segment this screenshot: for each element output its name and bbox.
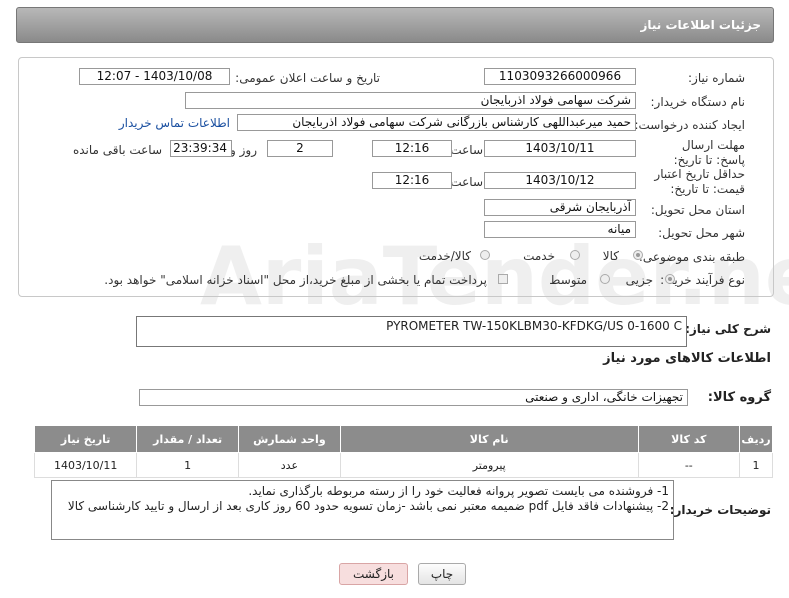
price-date-field: 1403/10/12: [484, 172, 636, 189]
page-title: جزئیات اطلاعات نیاز: [640, 18, 761, 32]
summary-text: PYROMETER TW-150KLBM30-KFDKG/US 0-1600 C: [386, 319, 682, 333]
goods-info-title: اطلاعات کالاهای مورد نیاز: [603, 351, 771, 366]
cell-name: پیرومتر: [339, 452, 639, 478]
buyer-org-label: نام دستگاه خریدار:: [650, 95, 746, 109]
cell-date: 1403/10/11: [33, 452, 138, 478]
city-label: شهر محل تحویل:: [658, 226, 745, 240]
treasury-payment-checkbox[interactable]: [498, 274, 508, 284]
buyer-notes-line-1: 1- فروشنده می بایست تصویر پروانه فعالیت …: [248, 484, 669, 498]
col-header-quantity: تعداد / مقدار: [136, 425, 239, 453]
col-header-code: کد کالا: [637, 425, 741, 453]
goods-table: ردیف کد کالا نام کالا واحد شمارش تعداد /…: [33, 425, 773, 478]
remaining-label: ساعت باقی مانده: [72, 143, 162, 157]
col-header-unit: واحد شمارش: [237, 425, 341, 453]
category-radio-goods-service[interactable]: [480, 250, 490, 260]
cell-unit: عدد: [237, 452, 341, 478]
reply-time-label: ساعت: [450, 143, 483, 157]
category-option-service: خدمت: [523, 249, 555, 263]
process-option-medium: متوسط: [549, 273, 587, 287]
goods-group-field: تجهیزات خانگی، اداری و صنعتی: [139, 389, 688, 406]
col-header-row-number: ردیف: [739, 425, 773, 453]
days-field: 2: [267, 140, 333, 157]
category-option-goods-service: کالا/خدمت: [418, 249, 471, 263]
buyer-org-field: شرکت سهامی فولاد اذربایجان: [185, 92, 636, 109]
goods-group-label: گروه کالا:: [707, 390, 771, 405]
creator-label: ایجاد کننده درخواست:: [634, 118, 745, 132]
back-button[interactable]: بازگشت: [339, 563, 408, 585]
table-row: 1 -- پیرومتر عدد 1 1403/10/11: [33, 452, 773, 478]
remaining-time-field: 23:39:34: [170, 140, 232, 157]
reply-deadline-label: مهلت ارسال پاسخ: تا تاریخ:: [673, 138, 745, 167]
col-header-date: تاریخ نیاز: [33, 425, 138, 453]
creator-field: حمید میرعبداللهی کارشناس بازرگانی شرکت س…: [237, 114, 636, 131]
category-radio-goods[interactable]: [633, 250, 643, 260]
buyer-notes-line-2: 2- پیشنهادات فاقد فایل pdf ضمیمه معتبر ن…: [67, 499, 669, 513]
buyer-notes-label: توضیحات خریدار:: [669, 503, 771, 517]
process-option-minor: جزیی: [625, 273, 653, 287]
price-time-field: 12:16: [372, 172, 452, 189]
treasury-payment-note: پرداخت تمام یا بخشی از مبلغ خرید،از محل …: [104, 273, 487, 287]
reply-date-field: 1403/10/11: [484, 140, 636, 157]
province-field: آذربایجان شرقی: [484, 199, 636, 216]
table-header-row: ردیف کد کالا نام کالا واحد شمارش تعداد /…: [33, 425, 773, 453]
announce-datetime-field: 1403/10/08 - 12:07: [79, 68, 230, 85]
cell-quantity: 1: [136, 452, 239, 478]
buyer-notes-field: 1- فروشنده می بایست تصویر پروانه فعالیت …: [51, 480, 674, 540]
category-radio-service[interactable]: [570, 250, 580, 260]
province-label: استان محل تحویل:: [650, 203, 745, 217]
need-number-field: 1103093266000966: [484, 68, 636, 85]
print-button[interactable]: چاپ: [418, 563, 466, 585]
reply-time-field: 12:16: [372, 140, 452, 157]
process-radio-medium[interactable]: [600, 274, 610, 284]
process-radio-minor[interactable]: [665, 274, 675, 284]
col-header-name: نام کالا: [339, 425, 639, 453]
days-label: روز و: [230, 143, 257, 157]
announce-label: تاریخ و ساعت اعلان عمومی:: [235, 71, 380, 85]
need-number-label: شماره نیاز:: [688, 71, 745, 85]
price-time-label: ساعت: [450, 175, 483, 189]
cell-code: --: [637, 452, 741, 478]
cell-row-number: 1: [739, 452, 773, 478]
buyer-contact-link[interactable]: اطلاعات تماس خریدار: [119, 116, 230, 130]
page-header: جزئیات اطلاعات نیاز: [16, 7, 774, 43]
category-label: طبقه بندی موضوعی:: [638, 250, 745, 264]
category-option-goods: کالا: [602, 249, 619, 263]
city-field: میانه: [484, 221, 636, 238]
price-validity-label: حداقل تاریخ اعتبار قیمت: تا تاریخ:: [654, 167, 745, 196]
summary-field: PYROMETER TW-150KLBM30-KFDKG/US 0-1600 C: [136, 316, 687, 347]
summary-label: شرح کلی نیاز:: [685, 322, 771, 336]
